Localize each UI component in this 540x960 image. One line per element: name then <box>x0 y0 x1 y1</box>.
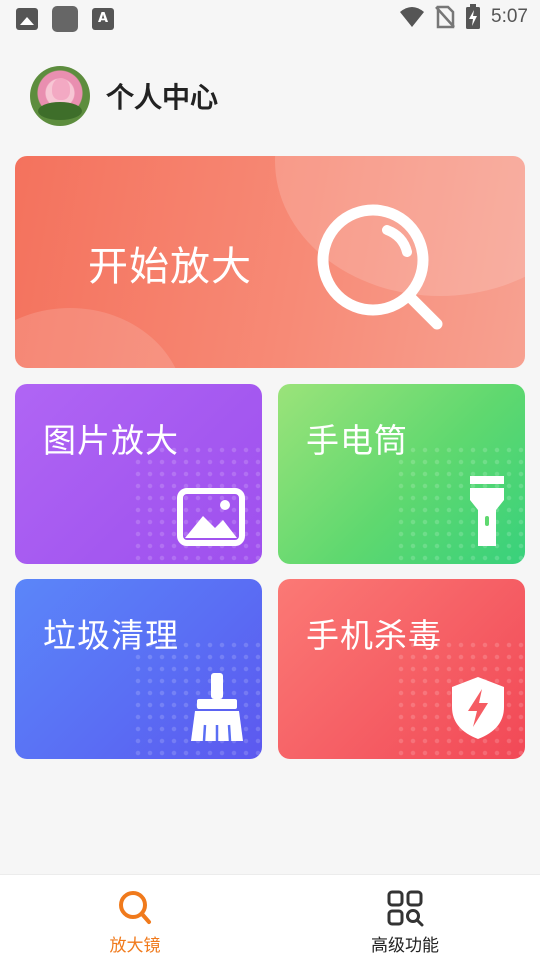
font-notification-icon: A <box>92 8 114 30</box>
image-notification-icon <box>16 8 38 30</box>
avatar[interactable] <box>30 66 90 126</box>
start-magnify-label: 开始放大 <box>88 244 252 290</box>
tab-advanced[interactable]: 高级功能 <box>270 875 540 960</box>
magnifier-icon <box>317 204 443 330</box>
broom-icon <box>191 673 243 742</box>
antivirus-card[interactable]: 手机杀毒 <box>278 579 525 759</box>
status-time: 5:07 <box>491 6 528 27</box>
image-icon <box>177 488 245 546</box>
shield-bolt-icon <box>452 677 504 739</box>
profile-header: 个人中心 <box>30 66 218 126</box>
no-sim-icon <box>435 5 455 29</box>
app-notification-icon <box>52 6 78 32</box>
tab-advanced-label: 高级功能 <box>371 936 439 956</box>
bottom-navigation: 放大镜 高级功能 <box>0 874 540 960</box>
hero-decoration <box>15 308 185 368</box>
wifi-icon <box>400 7 425 27</box>
antivirus-label: 手机杀毒 <box>306 616 442 655</box>
flashlight-icon <box>470 476 504 546</box>
tab-magnifier-label: 放大镜 <box>109 936 161 956</box>
status-bar: A 5:07 <box>0 0 540 36</box>
flashlight-card[interactable]: 手电筒 <box>278 384 525 564</box>
battery-charging-icon <box>466 4 481 29</box>
junk-clean-label: 垃圾清理 <box>43 616 179 655</box>
photo-zoom-label: 图片放大 <box>43 421 179 460</box>
page-title: 个人中心 <box>106 81 219 114</box>
grid-search-icon <box>387 890 424 927</box>
photo-zoom-card[interactable]: 图片放大 <box>15 384 262 564</box>
flashlight-label: 手电筒 <box>306 421 408 460</box>
search-icon <box>119 891 151 924</box>
junk-clean-card[interactable]: 垃圾清理 <box>15 579 262 759</box>
start-magnify-card[interactable]: 开始放大 <box>15 156 525 368</box>
tab-magnifier[interactable]: 放大镜 <box>0 875 270 960</box>
